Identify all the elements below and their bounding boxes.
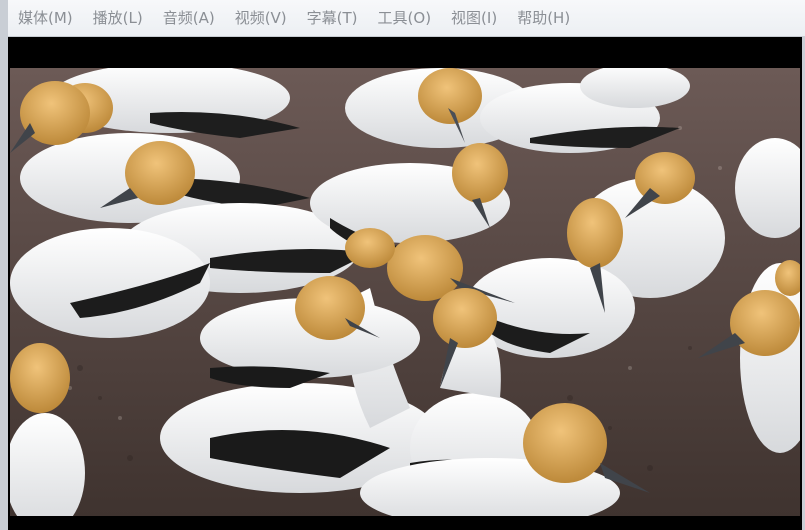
menu-subtitle[interactable]: 字幕(T) — [297, 0, 368, 36]
window-left-edge — [0, 0, 8, 530]
video-frame-image — [10, 68, 800, 516]
menu-media[interactable]: 媒体(M) — [8, 0, 83, 36]
menu-view[interactable]: 视图(I) — [441, 0, 507, 36]
menu-video[interactable]: 视频(V) — [225, 0, 297, 36]
gannet-colony-video-frame[interactable] — [10, 68, 800, 516]
menu-tools[interactable]: 工具(O) — [368, 0, 442, 36]
media-player-window: 媒体(M) 播放(L) 音频(A) 视频(V) 字幕(T) 工具(O) 视图(I… — [0, 0, 805, 530]
menu-playback[interactable]: 播放(L) — [83, 0, 153, 36]
video-display-area[interactable] — [8, 37, 802, 530]
menu-bar: 媒体(M) 播放(L) 音频(A) 视频(V) 字幕(T) 工具(O) 视图(I… — [8, 0, 805, 37]
menu-audio[interactable]: 音频(A) — [153, 0, 225, 36]
menu-help[interactable]: 帮助(H) — [507, 0, 580, 36]
